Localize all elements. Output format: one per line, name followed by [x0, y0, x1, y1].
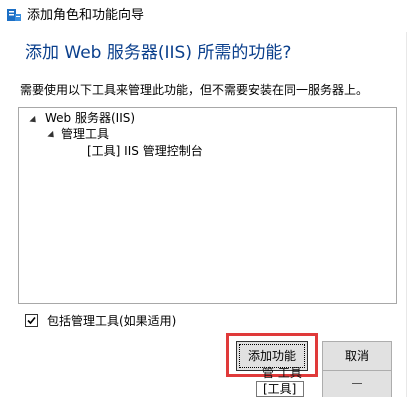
dialog-description: 需要使用以下工具来管理此功能，但不需要安装在同一服务器上。	[20, 83, 369, 97]
window-title: 添加角色和功能向导	[27, 8, 145, 23]
expand-arrow-icon[interactable]	[47, 130, 57, 141]
cancel-label: 取消	[344, 349, 369, 363]
tree-node-web-server[interactable]: Web 服务器(IIS)	[45, 110, 135, 126]
tree-node-iis-console[interactable]: [工具] IIS 管理控制台	[87, 143, 203, 159]
minus-glyph	[352, 383, 362, 384]
expand-arrow-icon[interactable]	[29, 115, 39, 126]
overlay-tooltip-fragment: [工具]	[256, 381, 304, 397]
cancel-button[interactable]: 取消	[322, 341, 392, 371]
dialog-headline: 添加 Web 服务器(IIS) 所需的功能?	[25, 43, 292, 63]
title-bar: 添加角色和功能向导	[0, 0, 416, 32]
wizard-app-icon	[6, 7, 22, 23]
checkmark-icon	[27, 316, 36, 325]
overlay-text-fragment: 管 工具	[262, 366, 302, 380]
include-tools-checkbox[interactable]	[25, 314, 38, 327]
button-area-fragment	[322, 371, 392, 397]
feature-tree[interactable]: Web 服务器(IIS) 管理工具 [工具] IIS 管理控制台	[18, 107, 397, 304]
window-edge	[406, 32, 407, 397]
tree-node-management-tools[interactable]: 管理工具	[61, 126, 109, 142]
include-tools-label[interactable]: 包括管理工具(如果适用)	[47, 313, 176, 329]
